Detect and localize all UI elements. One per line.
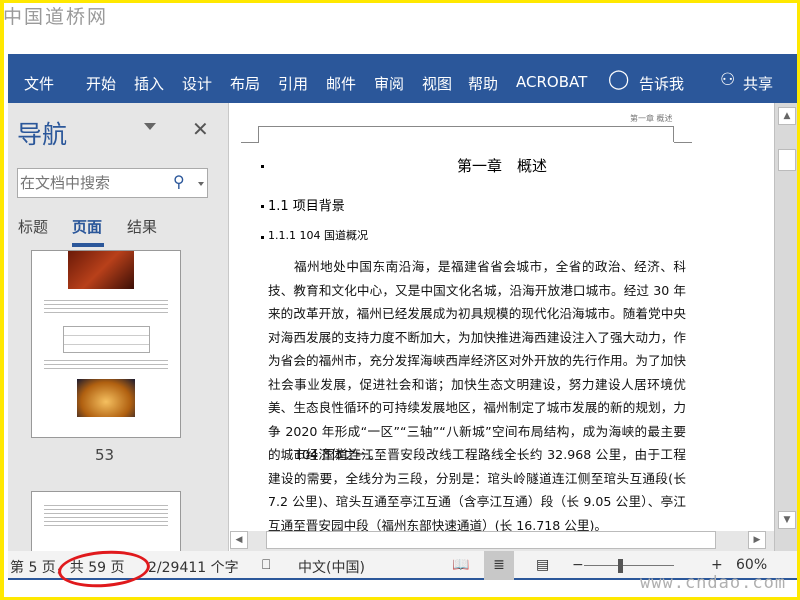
nav-tab-results[interactable]: 结果 (127, 216, 157, 237)
tab-references[interactable]: 引用 (278, 73, 308, 94)
tab-design[interactable]: 设计 (182, 73, 212, 94)
tunnel-image (77, 379, 135, 417)
nav-title: 导航 (17, 120, 68, 149)
nav-tab-pages[interactable]: 页面 (72, 216, 102, 237)
print-layout-icon[interactable]: ≣ (484, 551, 514, 580)
subsection-heading: 1.1.1 104 国道概况 (268, 229, 368, 242)
language[interactable]: 中文(中国) (298, 557, 365, 577)
thumbnail-text (44, 357, 168, 371)
page-thumbnail-54[interactable] (31, 491, 181, 551)
proofing-icon[interactable]: ⎕ (262, 557, 270, 573)
thumbnail-text (44, 502, 168, 526)
margin-mark (674, 142, 692, 143)
search-input[interactable] (18, 169, 168, 197)
web-layout-icon[interactable]: ▤ (536, 557, 549, 573)
chevron-down-icon[interactable] (144, 123, 156, 130)
tab-mailings[interactable]: 邮件 (326, 73, 356, 94)
zoom-out-button[interactable]: − (572, 557, 584, 573)
tunnel-image (68, 251, 134, 289)
tab-help[interactable]: 帮助 (468, 73, 498, 94)
page-number-label: 53 (95, 446, 115, 464)
page-thumbnail-53[interactable] (31, 250, 181, 438)
chapter-heading: 第一章 概述 (456, 157, 547, 175)
nav-tab-headings[interactable]: 标题 (18, 216, 48, 237)
page-header-text: 第一章 概述 (630, 114, 673, 123)
paragraph-mark (261, 205, 264, 208)
tab-acrobat[interactable]: ACROBAT (516, 73, 587, 91)
close-icon[interactable]: ✕ (192, 117, 209, 141)
section-heading: 1.1 项目背景 (268, 199, 345, 214)
zoom-level[interactable]: 60% (736, 557, 767, 573)
search-icon[interactable]: ⚲ (173, 172, 185, 191)
tab-home[interactable]: 开始 (86, 73, 116, 94)
tab-layout[interactable]: 布局 (230, 73, 260, 94)
margin-mark (241, 142, 259, 143)
zoom-slider-thumb[interactable] (618, 559, 623, 573)
vertical-scrollbar[interactable]: ▲ ▼ (774, 103, 797, 551)
scroll-thumb[interactable] (778, 149, 796, 171)
horizontal-scrollbar[interactable]: ◀ ▶ (230, 531, 774, 551)
search-options-chevron-icon[interactable] (198, 182, 204, 186)
zoom-in-button[interactable]: + (711, 557, 723, 573)
tell-me-button[interactable]: 告诉我 (639, 73, 684, 94)
zoom-slider[interactable] (584, 565, 674, 566)
thumbnail-text (44, 297, 168, 315)
nav-search[interactable]: ⚲ (17, 168, 208, 198)
body-paragraph: 104 国道连江至晋安段改线工程路线全长约 32.968 公里，由于工程建设的需… (268, 447, 686, 531)
word-count[interactable]: 2/29411 个字 (148, 557, 239, 577)
watermark-logo: 中国道桥网 (3, 6, 109, 28)
watermark-url: www.cndao.com (640, 573, 787, 593)
active-tab-indicator (72, 243, 104, 247)
header-rule (258, 126, 674, 142)
scroll-thumb[interactable] (266, 531, 716, 549)
road-diagram (63, 326, 150, 353)
scroll-left-icon[interactable]: ◀ (230, 531, 248, 549)
scroll-right-icon[interactable]: ▶ (748, 531, 766, 549)
read-mode-icon[interactable]: 📖 (452, 557, 469, 573)
document-page[interactable]: 第一章 概述 第一章 概述 1.1 项目背景 1.1.1 104 国道概况 福州… (230, 103, 774, 531)
body-paragraph: 福州地处中国东南沿海，是福建省省会城市，全省的政治、经济、科技、教育和文化中心，… (268, 259, 686, 462)
tab-review[interactable]: 审阅 (374, 73, 404, 94)
frame-left (0, 0, 4, 600)
tab-view[interactable]: 视图 (422, 73, 452, 94)
scroll-down-icon[interactable]: ▼ (778, 511, 796, 529)
scroll-up-icon[interactable]: ▲ (778, 107, 796, 125)
share-person-icon[interactable]: ⚇ (720, 70, 735, 90)
share-button[interactable]: 共享 (743, 73, 773, 94)
tab-file[interactable]: 文件 (24, 73, 54, 94)
paragraph-mark (261, 236, 264, 239)
tab-insert[interactable]: 插入 (134, 73, 164, 94)
ribbon: 文件 开始 插入 设计 布局 引用 邮件 审阅 视图 帮助 ACROBAT ◯ … (8, 54, 797, 103)
navigation-pane: 导航 ✕ ⚲ 标题 页面 结果 53 (8, 103, 229, 551)
frame-top (0, 0, 800, 3)
lightbulb-icon[interactable]: ◯ (608, 68, 629, 90)
